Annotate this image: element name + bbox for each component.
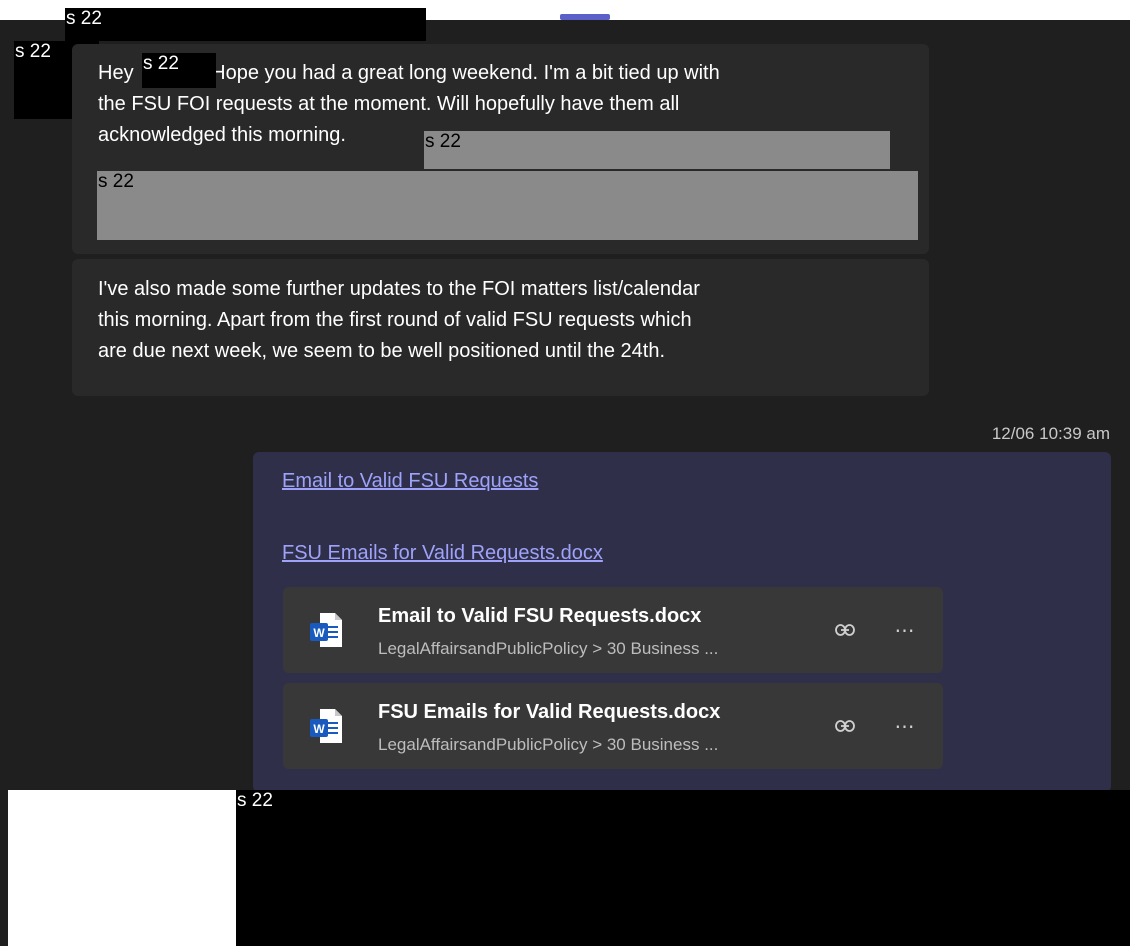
word-document-icon: W: [310, 613, 342, 647]
redaction-bottom: s 22: [236, 790, 1130, 946]
link-icon: [835, 720, 855, 732]
message-line: the FSU FOI requests at the moment. Will…: [98, 93, 680, 115]
more-icon: ⋯: [894, 715, 916, 738]
message-line: this morning. Apart from the first round…: [98, 309, 692, 331]
svg-text:W: W: [313, 722, 325, 736]
file-name: Email to Valid FSU Requests.docx: [378, 605, 702, 627]
file-name: FSU Emails for Valid Requests.docx: [378, 701, 721, 723]
redaction-header: s 22: [65, 8, 426, 41]
svg-text:W: W: [313, 626, 325, 640]
copy-link-button[interactable]: [830, 615, 860, 645]
redaction-margin: [0, 790, 236, 946]
copy-link-button[interactable]: [830, 711, 860, 741]
message-line: I've also made some further updates to t…: [98, 278, 700, 300]
word-document-icon: W: [310, 709, 342, 743]
message-link[interactable]: FSU Emails for Valid Requests.docx: [282, 542, 603, 565]
message-bubble[interactable]: I've also made some further updates to t…: [72, 259, 929, 396]
redaction-block: s 22: [97, 171, 918, 240]
redaction-inline: s 22: [424, 131, 890, 169]
message-text: Hey: [98, 62, 134, 84]
more-options-button[interactable]: ⋯: [890, 615, 920, 645]
message-timestamp: 12/06 10:39 am: [991, 424, 1110, 443]
new-messages-indicator: [560, 14, 610, 20]
message-link[interactable]: Email to Valid FSU Requests: [282, 470, 538, 493]
file-path: LegalAffairsandPublicPolicy > 30 Busines…: [378, 639, 719, 658]
chat-view: s 22 s 22 Hey Hope you had a great long …: [0, 0, 1130, 946]
link-icon: [835, 624, 855, 636]
file-attachment-card[interactable]: W FSU Emails for Valid Requests.docx Leg…: [283, 683, 943, 769]
more-icon: ⋯: [894, 619, 916, 642]
file-path: LegalAffairsandPublicPolicy > 30 Busines…: [378, 735, 719, 754]
message-text: Hope you had a great long weekend. I'm a…: [205, 62, 720, 84]
message-line: are due next week, we seem to be well po…: [98, 340, 666, 362]
more-options-button[interactable]: ⋯: [890, 711, 920, 741]
left-edge: [0, 790, 8, 946]
message-line: Hey Hope you had a great long weekend. I…: [98, 58, 903, 89]
redaction-name: s 22: [142, 53, 216, 88]
file-attachment-card[interactable]: W Email to Valid FSU Requests.docx Legal…: [283, 587, 943, 673]
